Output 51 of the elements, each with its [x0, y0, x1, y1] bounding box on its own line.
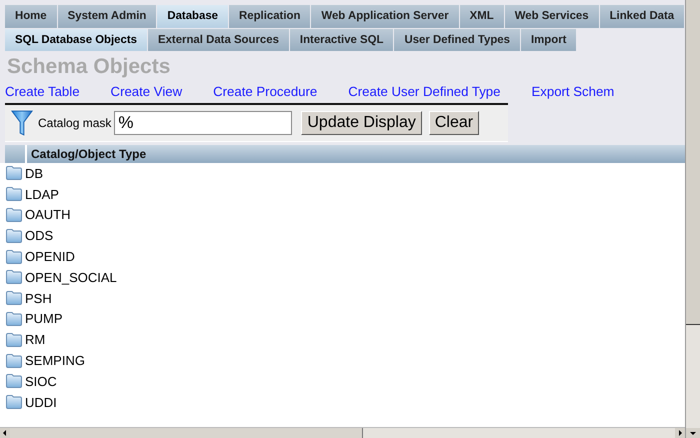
sub-tab[interactable]: SQL Database Objects [5, 29, 147, 51]
catalog-mask-field[interactable]: % [114, 111, 292, 135]
catalog-item[interactable]: OPEN_SOCIAL [25, 270, 117, 285]
sub-tab[interactable]: User Defined Types [394, 29, 520, 51]
catalog-item[interactable]: ODS [25, 228, 54, 244]
catalog-item[interactable]: SIOC [25, 374, 57, 389]
folder-icon [6, 228, 22, 243]
nav-tab[interactable]: System Admin [58, 5, 156, 28]
folder-icon [6, 354, 22, 368]
folder-icon [6, 270, 22, 284]
folder-icon [6, 312, 22, 326]
folder-icon [6, 374, 22, 388]
nav-tab[interactable]: Database [157, 5, 228, 28]
sub-tab[interactable]: Interactive SQL [290, 29, 394, 51]
action-link[interactable]: Create User Defined Type [348, 84, 500, 100]
action-link[interactable]: Create Procedure [213, 84, 318, 100]
nav-tab[interactable]: Linked Data [600, 5, 684, 28]
folder-icon [6, 250, 22, 264]
nav-tab[interactable]: Web Services [504, 5, 599, 28]
vertical-scrollbar[interactable] [685, 0, 700, 438]
action-link[interactable]: Export Schem [531, 84, 614, 100]
catalog-mask-label: Catalog mask [38, 116, 112, 130]
nav-tab[interactable]: Web Application Server [311, 5, 459, 28]
folder-icon [6, 332, 22, 347]
catalog-item[interactable]: LDAP [25, 186, 59, 202]
folder-icon [6, 208, 22, 222]
page-title: Schema Objects [7, 54, 172, 80]
catalog-item[interactable]: SEMPING [25, 353, 85, 368]
filter-button[interactable]: Update Display [301, 111, 422, 135]
horizontal-scrollbar[interactable] [0, 427, 685, 438]
filter-icon [11, 109, 33, 137]
action-link[interactable]: Create View [110, 84, 182, 100]
catalog-item[interactable]: PSH [25, 290, 52, 306]
nav-tab[interactable]: XML [460, 5, 504, 28]
folder-icon [6, 291, 22, 306]
sub-tab[interactable]: External Data Sources [148, 29, 289, 51]
folder-icon [6, 395, 22, 410]
catalog-item[interactable]: PUMP [25, 311, 63, 326]
catalog-item[interactable]: OPENID [25, 249, 75, 264]
action-link[interactable]: Create Table [5, 84, 80, 100]
nav-tab[interactable]: Home [5, 5, 57, 28]
catalog-item[interactable]: OAUTH [25, 207, 70, 222]
nav-tab[interactable]: Replication [229, 5, 310, 28]
catalog-item[interactable]: DB [25, 166, 44, 181]
catalog-item[interactable]: UDDI [25, 394, 57, 410]
filter-button[interactable]: Clear [428, 111, 480, 135]
folder-icon [6, 187, 22, 202]
catalog-item[interactable]: RM [25, 332, 46, 348]
folder-icon [6, 166, 22, 180]
column-header: Catalog/Object Type [31, 147, 146, 161]
sub-tab[interactable]: Import [520, 29, 576, 51]
